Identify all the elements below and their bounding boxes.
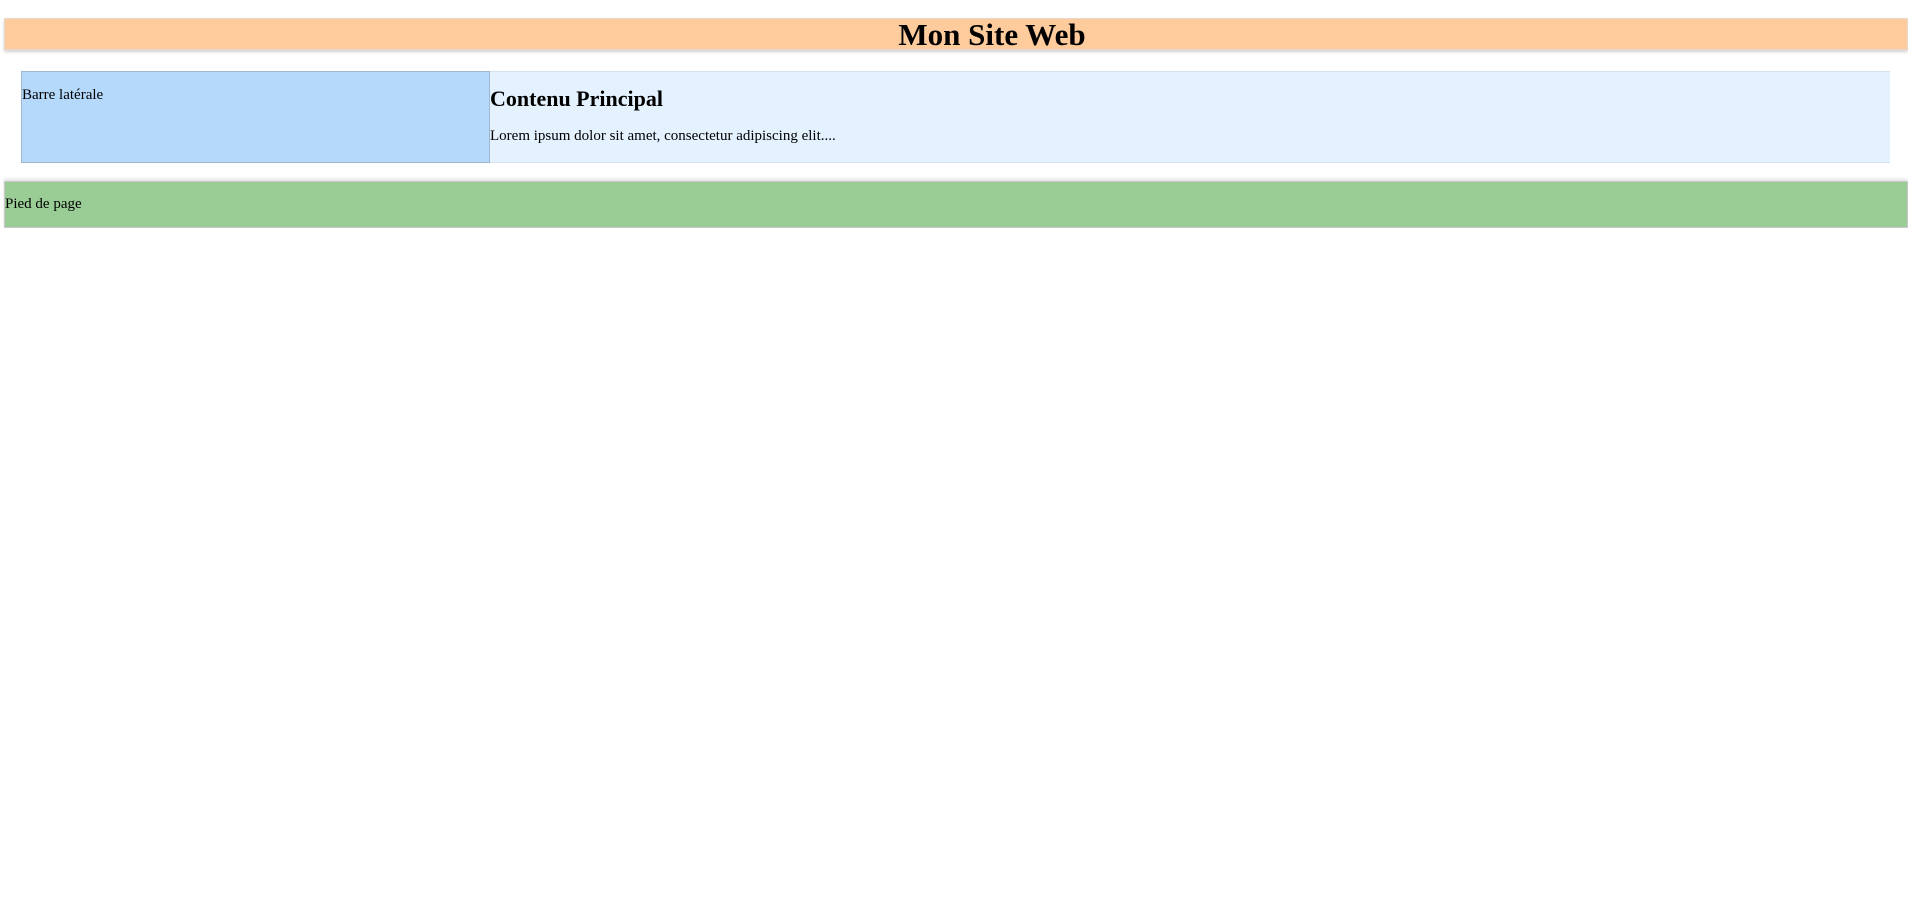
main-content: Contenu Principal Lorem ipsum dolor sit …: [490, 71, 1890, 163]
site-footer: Pied de page: [4, 181, 1908, 228]
main-paragraph: Lorem ipsum dolor sit amet, consectetur …: [490, 128, 836, 144]
main-title: Contenu Principal: [490, 86, 663, 111]
page: Mon Site Web Barre latérale Contenu Prin…: [0, 0, 1908, 913]
content-layout: Barre latérale Contenu Principal Lorem i…: [21, 71, 1890, 163]
footer-label: Pied de page: [5, 196, 82, 212]
sidebar-label: Barre latérale: [22, 87, 104, 103]
site-title: Mon Site Web: [898, 17, 1086, 52]
sidebar: Barre latérale: [21, 71, 490, 163]
site-header: Mon Site Web: [4, 17, 1908, 52]
